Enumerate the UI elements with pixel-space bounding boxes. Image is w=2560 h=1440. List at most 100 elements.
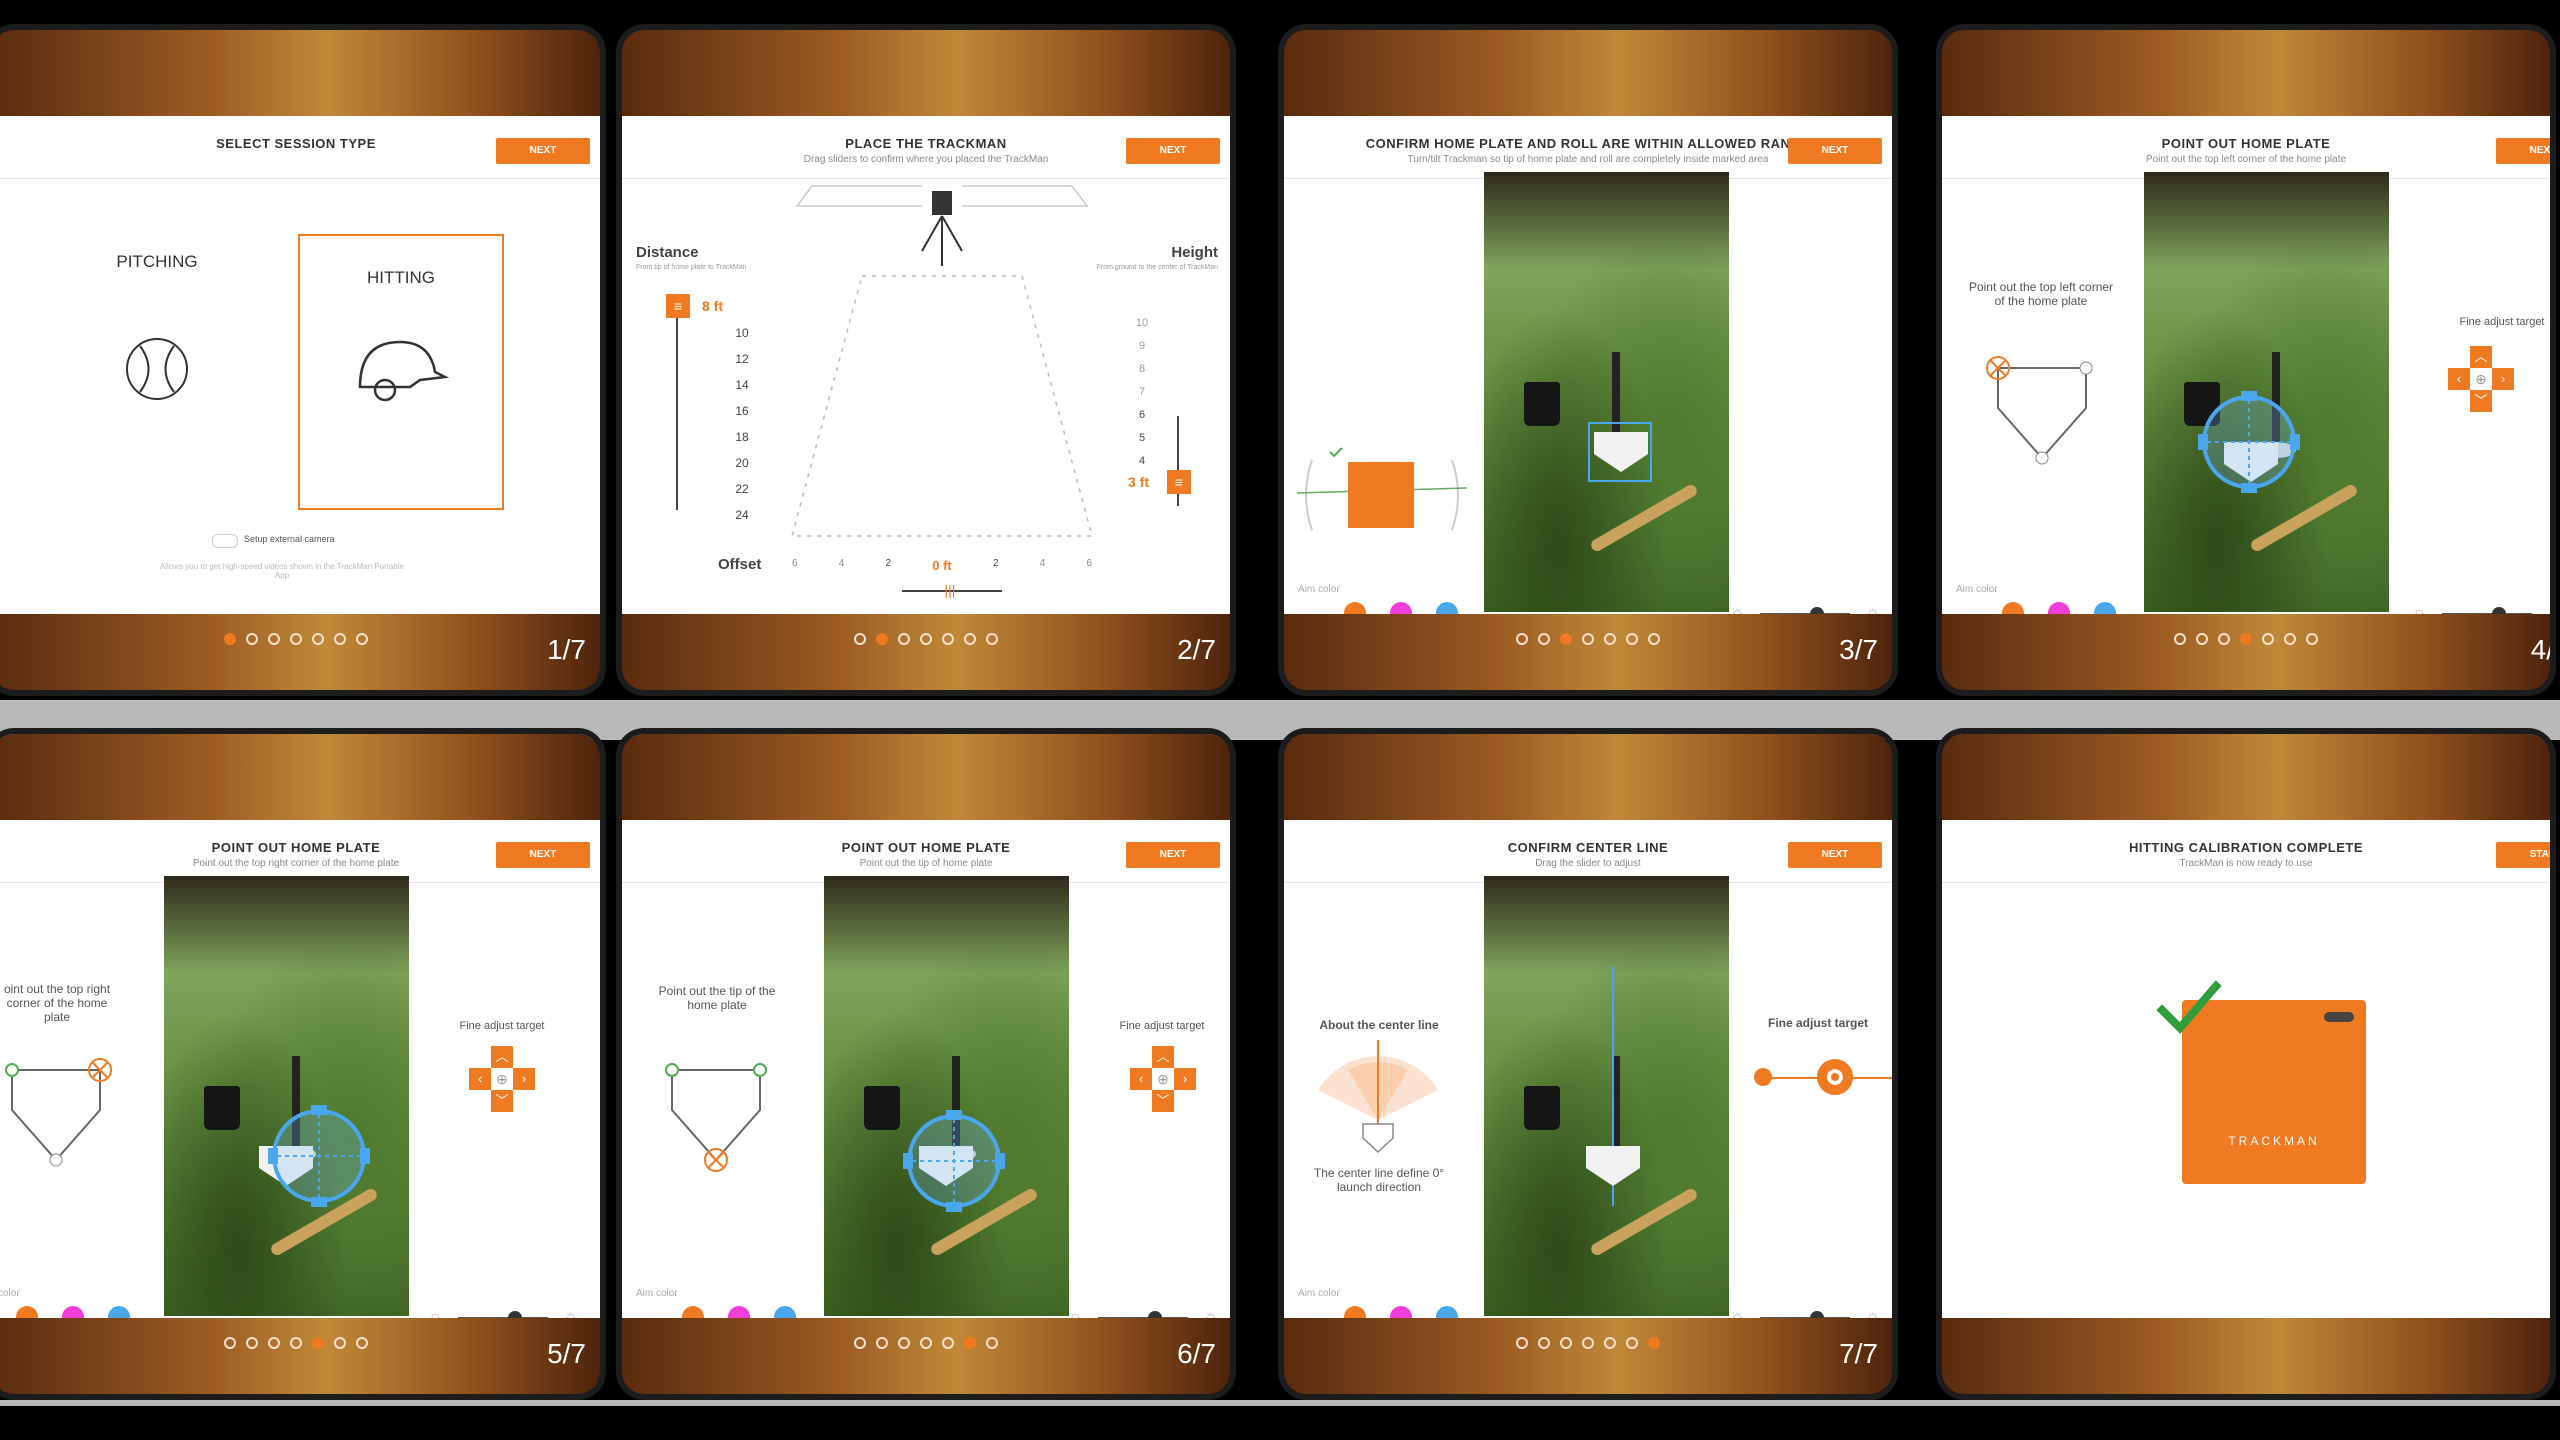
aim-color-blue[interactable] [2094, 602, 2116, 614]
page-dot [1538, 633, 1550, 645]
slider-knob[interactable] [2492, 607, 2506, 614]
page-dot [356, 633, 368, 645]
aim-color-blue[interactable] [108, 1306, 130, 1318]
distance-handle[interactable]: ≡ [666, 294, 690, 318]
brightness-slider[interactable]: ☼ ☼ [1730, 604, 1880, 614]
chevron-up-icon[interactable]: ︿ [2470, 346, 2492, 368]
page-dot [2306, 633, 2318, 645]
slider-knob[interactable] [1810, 1311, 1824, 1318]
page-dot [898, 1337, 910, 1349]
page-indicator [1284, 632, 1892, 650]
hitting-option[interactable]: HITTING [298, 234, 504, 510]
sun-icon: ☼ [1865, 604, 1880, 614]
chevron-up-icon[interactable]: ︿ [1152, 1046, 1174, 1068]
slider-knob[interactable] [508, 1311, 522, 1318]
aim-color-pink[interactable] [1390, 602, 1412, 614]
bat [1589, 1186, 1699, 1258]
aim-color-pink[interactable] [62, 1306, 84, 1318]
distance-slider[interactable] [676, 300, 678, 510]
aim-color-label: Aim color [1298, 1288, 1340, 1299]
aim-color-blue[interactable] [1436, 602, 1458, 614]
center-line-explanation: The center line define 0° launch directi… [1313, 1166, 1445, 1194]
slider-knob[interactable] [1148, 1311, 1162, 1318]
aim-color-pink[interactable] [1390, 1306, 1412, 1318]
height-handle[interactable]: ≡ [1167, 470, 1191, 494]
page-number: 2/7 [1177, 634, 1216, 665]
brightness-slider[interactable]: ☼ ☼ [1730, 1308, 1880, 1318]
tick: 2 [885, 558, 892, 569]
crosshair-icon: ⊕ [496, 1071, 508, 1087]
chevron-left-icon[interactable]: ‹ [1130, 1068, 1152, 1090]
aim-color-orange[interactable] [1344, 1306, 1366, 1318]
header: PLACE THE TRACKMAN Drag sliders to confi… [622, 116, 1230, 179]
offset-handle[interactable]: ||| [940, 582, 960, 600]
camera-view[interactable] [2144, 172, 2389, 612]
height-value: 3 ft [1128, 474, 1149, 490]
page-dot [1560, 1337, 1572, 1349]
page-indicator [0, 632, 600, 650]
next-button[interactable]: NEXT [1788, 842, 1882, 868]
footnote: Allows you to get high-speed videos show… [159, 562, 405, 580]
aim-color-blue[interactable] [1436, 1306, 1458, 1318]
chevron-left-icon[interactable]: ‹ [2448, 368, 2470, 390]
slider-knob[interactable] [1810, 607, 1824, 614]
camera-view[interactable] [164, 876, 409, 1316]
page-dot [290, 1337, 302, 1349]
aim-color-pink[interactable] [728, 1306, 750, 1318]
slider-knob[interactable] [1817, 1059, 1853, 1095]
tick: 24 [735, 508, 749, 522]
aim-color-label: Aim color [636, 1288, 678, 1299]
page-dot [2174, 633, 2186, 645]
chevron-left-icon[interactable]: ‹ [469, 1068, 491, 1090]
aim-color-orange[interactable] [1344, 602, 1366, 614]
page-dot [268, 633, 280, 645]
next-button[interactable]: NEXT [496, 138, 590, 164]
chevron-down-icon[interactable]: ﹀ [2470, 390, 2492, 412]
sun-icon: ☼ [428, 1308, 443, 1318]
aim-color-orange[interactable] [682, 1306, 704, 1318]
chevron-down-icon[interactable]: ﹀ [1152, 1090, 1174, 1112]
page-dot [2196, 633, 2208, 645]
chevron-right-icon[interactable]: › [2492, 368, 2514, 390]
chevron-down-icon[interactable]: ﹀ [491, 1090, 513, 1112]
page-dot [2284, 633, 2296, 645]
next-button[interactable]: NEXT [496, 842, 590, 868]
tick: 12 [735, 352, 749, 366]
next-button[interactable]: NEXT [2496, 138, 2550, 164]
crosshair-icon[interactable] [2194, 387, 2304, 497]
page-number: 6/7 [1177, 1338, 1216, 1369]
camera-view[interactable] [824, 876, 1069, 1316]
chevron-right-icon[interactable]: › [1174, 1068, 1196, 1090]
offset-label: Offset [718, 556, 762, 573]
next-button[interactable]: NEXT [1126, 138, 1220, 164]
pitching-option[interactable]: PITCHING [72, 234, 242, 474]
fine-adjust-label: Fine adjust target [1767, 1016, 1868, 1030]
chevron-right-icon[interactable]: › [513, 1068, 535, 1090]
chevron-up-icon[interactable]: ︿ [491, 1046, 513, 1068]
slider-end-left[interactable] [1754, 1068, 1772, 1086]
external-camera-toggle[interactable] [212, 534, 238, 548]
tick: 14 [735, 378, 749, 392]
page-dot [854, 1337, 866, 1349]
next-button[interactable]: NEXT [1788, 138, 1882, 164]
aim-color-orange[interactable] [2002, 602, 2024, 614]
aim-color-blue[interactable] [774, 1306, 796, 1318]
page-dot [964, 1337, 976, 1349]
start-button[interactable]: STAR [2496, 842, 2550, 868]
camera-view[interactable] [1484, 876, 1729, 1316]
fine-adjust-pad: ︿ ‹ ⊕ › ﹀ [469, 1046, 535, 1112]
brightness-slider[interactable]: ☼ ☼ [1068, 1308, 1218, 1318]
next-button[interactable]: NEXT [1126, 842, 1220, 868]
brightness-slider[interactable]: ☼ [2412, 604, 2550, 614]
page-indicator [1942, 632, 2550, 650]
crosshair-icon[interactable] [899, 1106, 1009, 1216]
page-dot [268, 1337, 280, 1349]
page-dot [2262, 633, 2274, 645]
brightness-slider[interactable]: ☼ ☼ [428, 1308, 578, 1318]
header: POINT OUT HOME PLATE Point out the top l… [1942, 116, 2550, 179]
aim-color-orange[interactable] [16, 1306, 38, 1318]
aim-color-pink[interactable] [2048, 602, 2070, 614]
screen: SELECT SESSION TYPE NEXT PITCHING HITTIN… [0, 116, 600, 614]
instruction-text: Point out the top left corner of the hom… [1968, 280, 2114, 308]
camera-view[interactable] [1484, 172, 1729, 612]
